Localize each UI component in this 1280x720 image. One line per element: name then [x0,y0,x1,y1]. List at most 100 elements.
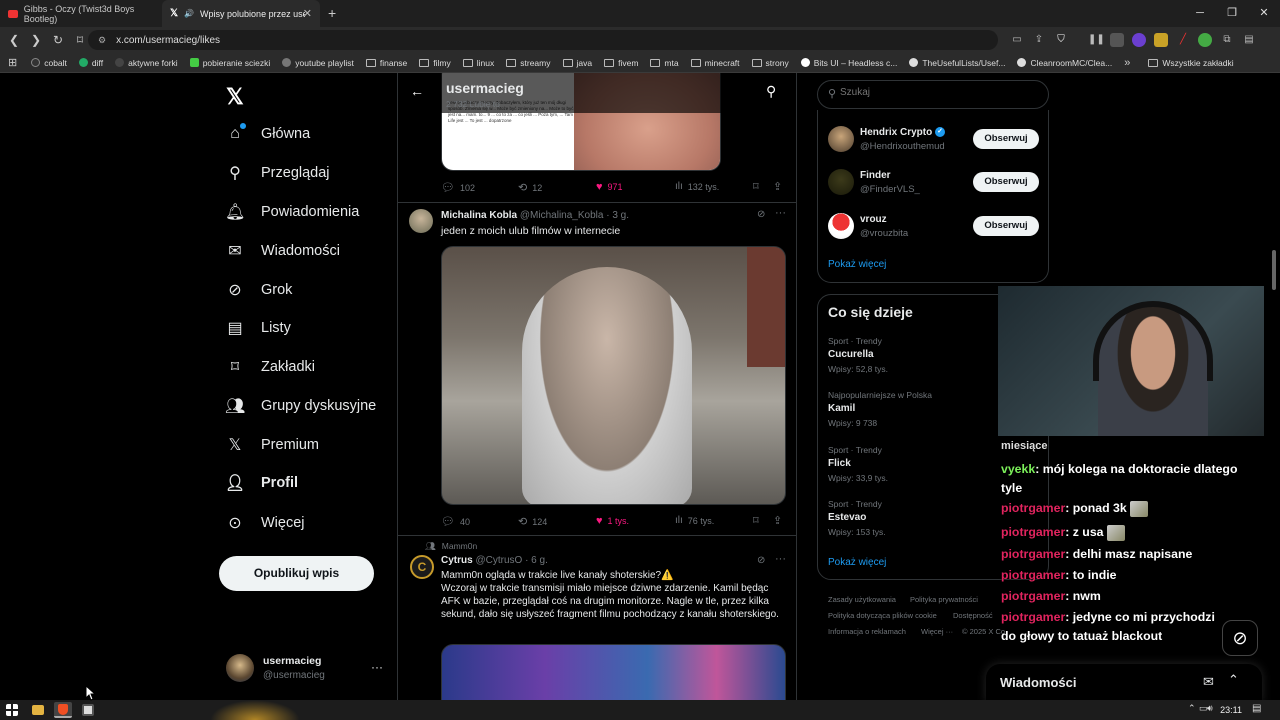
back-icon[interactable]: ❮ [4,33,24,47]
nav-item-bookmarks[interactable]: ⌑ Zakładki [225,354,315,380]
reload-icon[interactable]: ↻ [48,33,68,47]
post-more-icon[interactable]: ··· [775,207,786,219]
media-icon[interactable]: ♫ [1276,33,1280,47]
follow-button[interactable]: Obserwuj [973,216,1039,236]
share-icon[interactable]: ⇪ [1032,33,1046,47]
bookmark-folder-filmy[interactable]: filmy [419,58,451,68]
post-time[interactable]: · 6 g. [525,555,548,566]
more-bookmarks-icon[interactable]: » [1124,57,1130,69]
nav-item-communities[interactable]: 👥︎ Grupy dyskusyjne [225,393,376,419]
extensions-puzzle-icon[interactable]: ⧉ [1220,33,1234,47]
apps-grid-icon[interactable]: ⊞ [8,56,17,69]
x-logo-icon[interactable]: 𝕏 [226,84,244,110]
post-more-icon[interactable]: ··· [775,553,786,565]
file-explorer-icon[interactable] [32,705,44,715]
bookmark-action[interactable]: ⌑ [753,514,759,527]
bookmark-page-icon[interactable]: ⌑ [70,33,90,47]
bookmark-bits-ui[interactable]: Bits UI – Headless c... [800,58,897,68]
extension-red-icon[interactable]: ╱ [1176,33,1190,47]
share-action[interactable]: ⇪ [773,514,782,527]
expand-drawer-icon[interactable]: ⌃ [1228,672,1239,688]
footer-link[interactable]: Informacja o reklamach [828,627,906,636]
close-window-icon[interactable]: ✕ [1248,0,1280,27]
nav-item-more[interactable]: ⊙ Więcej [225,510,304,536]
avatar[interactable] [828,169,854,195]
bookmark-folder-mta[interactable]: mta [650,58,679,68]
back-arrow-icon[interactable]: ← [410,83,424,99]
search-box[interactable]: ⚲ [817,80,1049,109]
show-more-link[interactable]: Pokaż więcej [828,259,886,270]
post-video[interactable] [441,246,786,505]
bookmark-folder-linux[interactable]: linux [462,58,494,68]
notifications-icon[interactable]: ▤ [1252,703,1261,714]
nav-item-home[interactable]: ⌂ Główna [225,121,310,147]
forward-icon[interactable]: ❯ [26,33,46,47]
app-window-icon[interactable] [82,704,94,716]
trend-item[interactable]: Sport · Trendy Estevao Wpisy: 153 tys. [828,499,886,537]
like-action[interactable]: ♥ 1 tys. [596,515,629,527]
footer-link[interactable]: Dostępność [953,611,993,620]
new-message-icon[interactable]: ✉ [1203,674,1214,690]
nav-item-explore[interactable]: ⚲ Przeglądaj [225,160,329,186]
browser-tab-x-likes[interactable]: 𝕏 🔊 Wpisy polubione przez userm ✕ [162,0,320,27]
brave-browser-icon[interactable] [54,702,72,718]
repost-action[interactable]: ⟲ 124 [518,515,547,528]
all-bookmarks-folder[interactable]: Wszystkie zakładki [1148,58,1234,68]
bookmark-cobalt[interactable]: cobalt [31,58,67,68]
trend-item[interactable]: Sport · Trendy Cucurella Wpisy: 52,8 tys… [828,336,888,374]
trend-item[interactable]: Najpopularniejsze w Polska Kamil Wpisy: … [828,390,932,428]
bookmark-folder-strony[interactable]: strony [751,58,789,68]
views-action[interactable]: ılı 76 tys. [675,515,714,526]
restore-icon[interactable]: ❐ [1216,0,1248,27]
follow-button[interactable]: Obserwuj [973,172,1039,192]
footer-link[interactable]: Polityka prywatności [910,595,978,604]
messages-drawer[interactable]: Wiadomości ✉ ⌃ [986,664,1262,702]
extension-green-icon[interactable] [1198,33,1212,47]
close-tab-icon[interactable]: ✕ [303,7,312,20]
account-switcher[interactable]: usermacieg @usermacieg ··· [226,654,383,682]
search-input[interactable] [840,87,1040,98]
post-button[interactable]: Opublikuj wpis [219,556,374,591]
avatar[interactable] [409,209,433,233]
cast-icon[interactable]: ▭ [1010,33,1024,47]
windows-start-icon[interactable] [6,704,18,716]
author-name[interactable]: Michalina Kobla [441,210,517,221]
footer-link[interactable]: Polityka dotycząca plików cookie [828,611,937,620]
bookmark-aktywne-forki[interactable]: aktywne forki [115,58,178,68]
reply-action[interactable]: 💬︎ 40 [441,515,470,528]
grok-explain-icon[interactable]: ⊘ [757,209,765,220]
bookmark-cleanroommc[interactable]: CleanroomMC/Clea... [1017,58,1112,68]
avatar[interactable] [828,213,854,239]
site-info-icon[interactable]: ⚙ [98,35,106,46]
nav-item-premium[interactable]: 𝕏 Premium [225,432,319,458]
minimize-icon[interactable]: ─ [1184,0,1216,27]
social-context[interactable]: 👥︎ Mamm0n [425,541,477,552]
bookmark-action[interactable]: ⌑ [753,180,759,193]
new-tab-button[interactable]: + [328,5,336,21]
author-name[interactable]: Cytrus [441,555,473,566]
bookmark-youtube-playlist[interactable]: youtube playlist [282,58,354,68]
taskbar-clock[interactable]: 23:11 [1220,705,1242,715]
footer-link[interactable]: Więcej ··· [921,627,953,636]
extension-purple-icon[interactable] [1132,33,1146,47]
reply-action[interactable]: 💬︎ 102 [441,181,475,194]
nav-item-profile[interactable]: 👤︎ Profil [225,470,298,496]
user-name[interactable]: Finder [860,170,891,181]
grok-explain-icon[interactable]: ⊘ [757,555,765,566]
bookmark-pobieranie-sciezki[interactable]: pobieranie sciezki [189,58,270,68]
nav-item-notifications[interactable]: 🔔︎ Powiadomienia [225,199,359,225]
account-more-icon[interactable]: ··· [371,660,383,674]
sidebar-icon[interactable]: ▤ [1242,33,1256,47]
pause-icon[interactable]: ❚❚ [1088,33,1105,47]
author-handle[interactable]: @Michalina_Kobla [520,210,604,221]
brave-shield-icon[interactable]: ⛉ [1054,33,1068,47]
bookmark-folder-streamy[interactable]: streamy [506,58,551,68]
follow-button[interactable]: Obserwuj [973,129,1039,149]
bookmark-usefullists[interactable]: TheUsefulLists/Usef... [909,58,1005,68]
post-time[interactable]: · 3 g. [606,210,629,221]
user-name[interactable]: vrouz [860,214,887,225]
url-field[interactable]: ⚙ x.com/usermacieg/likes [88,30,998,50]
nav-item-lists[interactable]: ▤ Listy [225,315,290,341]
nav-item-messages[interactable]: ✉ Wiadomości [225,238,340,264]
bookmark-folder-finanse[interactable]: finanse [365,58,407,68]
